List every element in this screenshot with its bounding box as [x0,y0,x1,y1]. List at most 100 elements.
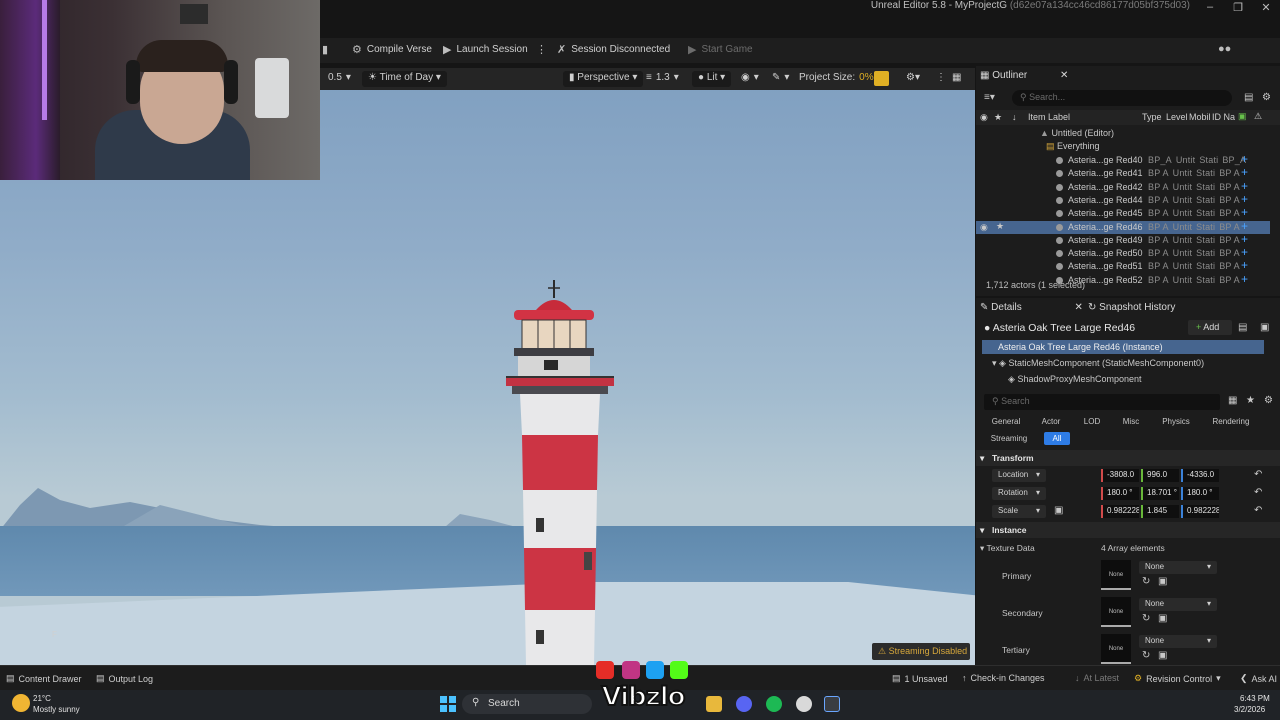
location-dropdown[interactable]: Location ▾ [992,469,1046,482]
spotify-icon[interactable] [766,696,782,712]
maximize-button[interactable]: ❐ [1228,1,1248,15]
weather-temperature[interactable]: 21°C [33,694,51,703]
file-explorer-icon[interactable] [706,696,722,712]
pin-icon[interactable]: ↓ [1012,112,1017,122]
location-y-field[interactable]: 996.0 [1141,469,1179,482]
use-selected-icon[interactable]: ↻ [1142,576,1150,587]
browse-icon[interactable]: ▣ [1158,576,1167,587]
start-game-button[interactable]: ▶ Start Game [688,43,753,56]
ask-ai-button[interactable]: ❮ Ask AI [1240,673,1277,684]
filter-icon[interactable]: ≡▾ [984,92,995,103]
visibility-icon[interactable]: ◉ [980,222,988,233]
settings-app-icon[interactable] [796,696,812,712]
add-to-selection-icon[interactable]: + [1241,258,1248,272]
texture-asset-dropdown[interactable]: None ▾ [1139,561,1217,574]
details-settings-icon[interactable]: ⚙ [1264,395,1273,406]
show-flags-button[interactable]: ◉ ▾ [741,72,759,83]
column-level[interactable]: Level [1166,112,1188,122]
launch-session-button[interactable]: ▶ Launch Session [443,43,528,56]
static-mesh-component-row[interactable]: ▾ ◈ StaticMeshComponent (StaticMeshCompo… [992,358,1204,369]
reset-location-icon[interactable]: ↶ [1254,469,1262,480]
outliner-root[interactable]: ▲ Untitled (Editor) [1040,128,1114,138]
session-status-button[interactable]: ✗ Session Disconnected [557,43,670,56]
outliner-row[interactable]: Asteria...ge Red51 BP A Untit Stati BP A + [976,258,1270,273]
add-component-button[interactable]: + Add [1188,320,1232,335]
add-to-selection-icon[interactable]: + [1241,272,1248,286]
rotation-dropdown[interactable]: Rotation ▾ [992,487,1046,500]
add-to-selection-icon[interactable]: + [1241,152,1248,166]
weather-icon[interactable] [12,694,30,712]
location-x-field[interactable]: -3808.0 [1101,469,1139,482]
perspective-button[interactable]: ▮ Perspective ▾ [563,71,644,87]
check-in-button[interactable]: ↑ Check-in Changes [962,673,1045,683]
category-general[interactable]: General [984,415,1028,428]
shadow-proxy-row[interactable]: ◈ ShadowProxyMeshComponent [1008,374,1142,385]
users-icon[interactable]: ●● [1218,43,1231,55]
category-lod[interactable]: LOD [1078,415,1106,428]
transform-section[interactable]: ▾ Transform [976,450,1280,466]
outliner-row[interactable]: ◉ ★ Asteria...ge Red46 BP A Untit Stati BP A + [976,219,1270,234]
revision-control-button[interactable]: ⚙ Revision Control ▾ [1134,673,1221,684]
unreal-editor-icon[interactable] [824,696,840,712]
reset-scale-icon[interactable]: ↶ [1254,505,1262,516]
column-type[interactable]: Type [1142,112,1162,122]
favorite-icon[interactable]: ★ [996,221,1004,232]
outliner-row[interactable]: Asteria...ge Red50 BP A Untit Stati BP A + [976,245,1270,260]
at-latest-button[interactable]: ↓ At Latest [1075,673,1119,683]
texture-thumbnail[interactable]: None [1101,560,1131,590]
lock-scale-icon[interactable]: ▣ [1054,505,1063,516]
tab-outliner[interactable]: ▦ Outliner ✕ [980,70,1068,81]
add-to-selection-icon[interactable]: + [1241,232,1248,246]
camera-speed[interactable]: ≡ 1.3 ▾ [646,72,679,83]
lock-icon[interactable]: ▣ [1260,322,1269,333]
texture-asset-dropdown[interactable]: None ▾ [1139,598,1217,611]
column-mobility[interactable]: Mobil [1189,112,1211,122]
texture-data-label[interactable]: ▾ Texture Data [980,543,1035,554]
scale-dropdown[interactable]: Scale ▾ [992,505,1046,518]
outliner-row[interactable]: Asteria...ge Red49 BP A Untit Stati BP A + [976,232,1270,247]
category-rendering[interactable]: Rendering [1208,415,1254,428]
texture-asset-dropdown[interactable]: None ▾ [1139,635,1217,648]
discord-icon[interactable] [736,696,752,712]
scale-z-field[interactable]: 0.982228 [1181,505,1219,518]
category-streaming[interactable]: Streaming [988,432,1030,445]
rotation-x-field[interactable]: 180.0 ° [1101,487,1139,500]
start-button[interactable] [440,696,456,712]
texture-thumbnail[interactable]: None [1101,597,1131,627]
add-to-selection-icon[interactable]: + [1241,192,1248,206]
outliner-settings-icon[interactable]: ⚙ [1262,92,1271,103]
weather-description[interactable]: Mostly sunny [33,705,80,714]
outliner-folder[interactable]: ▤ Everything [1046,141,1100,152]
close-tab-icon[interactable]: ✕ [1060,70,1068,81]
outliner-row[interactable]: Asteria...ge Red41 BP A Untit Stati BP A + [976,165,1270,180]
category-physics[interactable]: Physics [1156,415,1196,428]
unsaved-button[interactable]: ▤ 1 Unsaved [892,673,948,684]
outliner-row[interactable]: Asteria...ge Red45 BP A Untit Stati BP A + [976,205,1270,220]
add-to-selection-icon[interactable]: + [1241,165,1248,179]
column-id[interactable]: ID Na [1212,112,1235,122]
more-options-icon[interactable]: ⋮ [536,43,547,56]
add-to-selection-icon[interactable]: + [1241,245,1248,259]
category-misc[interactable]: Misc [1116,415,1146,428]
lit-mode-button[interactable]: ● Lit ▾ [692,71,732,87]
taskbar-search[interactable]: ⚲ Search [462,694,592,714]
instance-section[interactable]: ▾ Instance [976,522,1280,538]
reset-rotation-icon[interactable]: ↶ [1254,487,1262,498]
component-instance-row[interactable]: Asteria Oak Tree Large Red46 (Instance) [982,340,1264,354]
use-selected-icon[interactable]: ↻ [1142,650,1150,661]
tab-details[interactable]: ✎ Details ✕ [980,302,1083,313]
more-icon[interactable]: ⋮ [936,72,946,83]
favorite-icon[interactable]: ★ [994,112,1002,123]
grid-view-icon[interactable]: ▦ [1228,395,1237,406]
tab-snapshot-history[interactable]: ↻ Snapshot History [1088,302,1175,313]
output-log-button[interactable]: ▤ Output Log [96,673,153,684]
settings-icon[interactable]: ⚙▾ [906,72,920,83]
visibility-icon[interactable]: ◉ [980,112,988,123]
outliner-row[interactable]: Asteria...ge Red40 BP_A Untit Stati BP_A + [976,152,1270,167]
revision-icon[interactable]: ▣ [1238,111,1247,122]
add-to-selection-icon[interactable]: + [1241,179,1248,193]
details-search-input[interactable]: ⚲ Search [984,394,1220,410]
clock-time[interactable]: 6:43 PM [1240,694,1270,703]
close-tab-icon[interactable]: ✕ [1075,302,1083,313]
close-button[interactable]: ✕ [1256,1,1276,15]
